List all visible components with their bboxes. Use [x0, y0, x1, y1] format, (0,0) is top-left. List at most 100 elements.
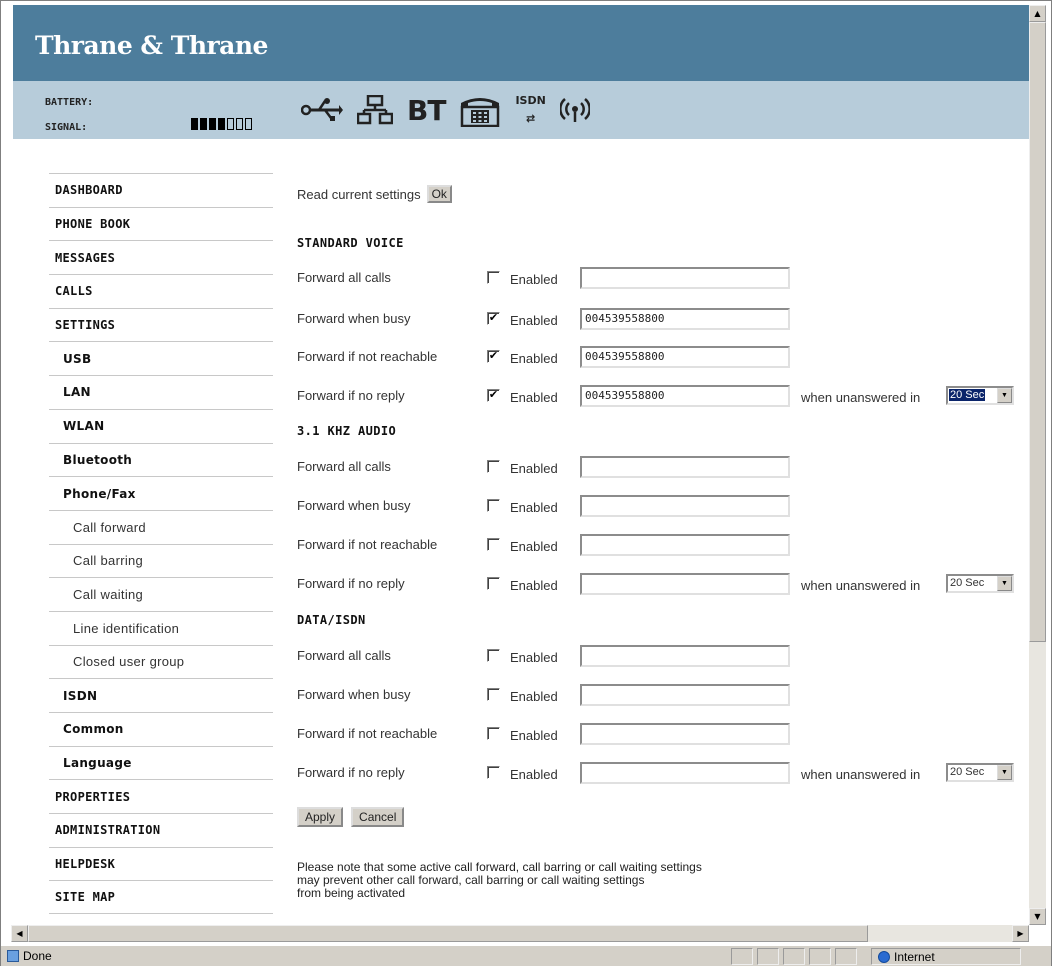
- sidebar-item-site-map[interactable]: SITE MAP: [49, 880, 273, 915]
- vertical-scrollbar[interactable]: ▲ ▼: [1029, 5, 1046, 925]
- forward-number-input[interactable]: [580, 573, 790, 595]
- enabled-checkbox[interactable]: [487, 538, 500, 551]
- signal-bar: [209, 118, 216, 130]
- signal-bar: [218, 118, 225, 130]
- enabled-checkbox[interactable]: [487, 649, 500, 662]
- enabled-label: Enabled: [510, 461, 558, 476]
- wireless-icon[interactable]: [559, 92, 590, 128]
- security-zone: Internet: [871, 948, 1021, 965]
- sidebar-item-calls[interactable]: CALLS: [49, 274, 273, 308]
- page-viewport: Thrane & Thrane BATTERY: SIGNAL: BT ISDN…: [11, 5, 1029, 925]
- vertical-scroll-thumb[interactable]: [1029, 22, 1046, 642]
- sidebar-item-language[interactable]: Language: [49, 745, 273, 780]
- scroll-up-arrow-icon[interactable]: ▲: [1029, 5, 1046, 22]
- sidebar-item-call-forward[interactable]: Call forward: [49, 509, 273, 544]
- forward-number-input[interactable]: [580, 762, 790, 784]
- enabled-label: Enabled: [510, 728, 558, 743]
- sidebar-item-properties[interactable]: PROPERTIES: [49, 779, 273, 813]
- forward-label: Forward if not reachable: [297, 726, 438, 741]
- forward-number-input[interactable]: [580, 456, 790, 478]
- enabled-checkbox[interactable]: [487, 499, 500, 512]
- enabled-checkbox[interactable]: [487, 766, 500, 779]
- status-text: Done: [23, 949, 52, 963]
- delay-value: 20 Sec: [950, 577, 985, 589]
- apply-button[interactable]: Apply: [297, 807, 344, 827]
- forward-row: Forward if not reachable ✔ Enabled 00453955…: [297, 346, 1027, 370]
- enabled-label: Enabled: [510, 578, 558, 593]
- enabled-label: Enabled: [510, 689, 558, 704]
- enabled-checkbox[interactable]: [487, 460, 500, 473]
- delay-select[interactable]: 20 Sec ▼: [946, 574, 1014, 593]
- enabled-checkbox[interactable]: ✔: [487, 389, 500, 402]
- brand-header: Thrane & Thrane: [13, 5, 1029, 81]
- forward-label: Forward if no reply: [297, 576, 405, 591]
- enabled-checkbox[interactable]: [487, 727, 500, 740]
- browser-status-bar: Done Internet: [1, 945, 1051, 966]
- isdn-icon[interactable]: ISDN ⇄: [515, 92, 545, 128]
- isdn-icon-label: ISDN: [515, 94, 546, 107]
- phone-fax-icon[interactable]: [459, 92, 501, 128]
- forward-label: Forward if no reply: [297, 388, 405, 403]
- forward-number-input[interactable]: [580, 684, 790, 706]
- dropdown-arrow-icon[interactable]: ▼: [997, 576, 1012, 591]
- ok-button[interactable]: Ok: [426, 185, 452, 203]
- sidebar-item-phone-fax[interactable]: Phone/Fax: [49, 476, 273, 510]
- enabled-checkbox[interactable]: [487, 577, 500, 590]
- scroll-left-arrow-icon[interactable]: ◀: [11, 925, 28, 942]
- sidebar-item-line-identification[interactable]: Line identification: [49, 610, 273, 645]
- delay-select[interactable]: 20 Sec ▼: [946, 386, 1014, 405]
- when-unanswered-label: when unanswered in: [801, 767, 921, 782]
- enabled-checkbox[interactable]: [487, 271, 500, 284]
- browser-window: Thrane & Thrane BATTERY: SIGNAL: BT ISDN…: [0, 0, 1052, 966]
- forward-label: Forward if not reachable: [297, 349, 438, 364]
- dropdown-arrow-icon[interactable]: ▼: [997, 388, 1012, 403]
- sidebar-item-helpdesk[interactable]: HELPDESK: [49, 846, 273, 881]
- enabled-checkbox[interactable]: ✔: [487, 312, 500, 325]
- sidebar-item-bluetooth[interactable]: Bluetooth: [49, 442, 273, 477]
- horizontal-scrollbar[interactable]: ◀ ▶: [11, 925, 1029, 942]
- delay-select[interactable]: 20 Sec ▼: [946, 763, 1014, 782]
- signal-meter: [191, 118, 252, 130]
- sidebar-item-dashboard[interactable]: DASHBOARD: [49, 173, 273, 207]
- sidebar-item-settings[interactable]: SETTINGS: [49, 307, 273, 342]
- signal-bar: [236, 118, 243, 130]
- cancel-button[interactable]: Cancel: [351, 807, 405, 827]
- forward-number-input[interactable]: 004539558800: [580, 385, 790, 407]
- sidebar-item-common[interactable]: Common: [49, 712, 273, 746]
- bluetooth-icon[interactable]: BT: [407, 92, 446, 128]
- sidebar-item-wlan[interactable]: WLAN: [49, 408, 273, 443]
- scroll-right-arrow-icon[interactable]: ▶: [1012, 925, 1029, 942]
- enabled-label: Enabled: [510, 767, 558, 782]
- forward-number-input[interactable]: [580, 267, 790, 289]
- page-icon: [7, 950, 19, 962]
- lan-icon[interactable]: [357, 92, 393, 128]
- dropdown-arrow-icon[interactable]: ▼: [997, 765, 1012, 780]
- forward-number-input[interactable]: [580, 534, 790, 556]
- sidebar-item-phone-book[interactable]: PHONE BOOK: [49, 206, 273, 241]
- sidebar-item-call-waiting[interactable]: Call waiting: [49, 577, 273, 611]
- sidebar-item-isdn[interactable]: ISDN: [49, 678, 273, 712]
- enabled-checkbox[interactable]: ✔: [487, 350, 500, 363]
- forward-row: Forward all calls Enabled: [297, 645, 1027, 669]
- scroll-down-arrow-icon[interactable]: ▼: [1029, 908, 1046, 925]
- usb-icon[interactable]: [301, 92, 343, 128]
- forward-number-input[interactable]: [580, 645, 790, 667]
- horizontal-scroll-thumb[interactable]: [28, 925, 868, 942]
- sidebar-item-usb[interactable]: USB: [49, 341, 273, 375]
- status-done: Done: [7, 949, 52, 963]
- sidebar-item-call-barring[interactable]: Call barring: [49, 543, 273, 578]
- forward-number-input[interactable]: 004539558800: [580, 346, 790, 368]
- status-pane: [757, 948, 779, 965]
- signal-bar: [200, 118, 207, 130]
- forward-number-input[interactable]: [580, 495, 790, 517]
- sidebar-item-lan[interactable]: LAN: [49, 375, 273, 409]
- sidebar-item-messages[interactable]: MESSAGES: [49, 240, 273, 274]
- forward-number-input[interactable]: 004539558800: [580, 308, 790, 330]
- forward-label: Forward all calls: [297, 648, 391, 663]
- signal-bar: [227, 118, 234, 130]
- sidebar-item-closed-user-group[interactable]: Closed user group: [49, 644, 273, 679]
- sidebar-item-administration[interactable]: ADMINISTRATION: [49, 813, 273, 847]
- enabled-checkbox[interactable]: [487, 688, 500, 701]
- forward-number-input[interactable]: [580, 723, 790, 745]
- forward-row: Forward all calls Enabled: [297, 267, 1027, 291]
